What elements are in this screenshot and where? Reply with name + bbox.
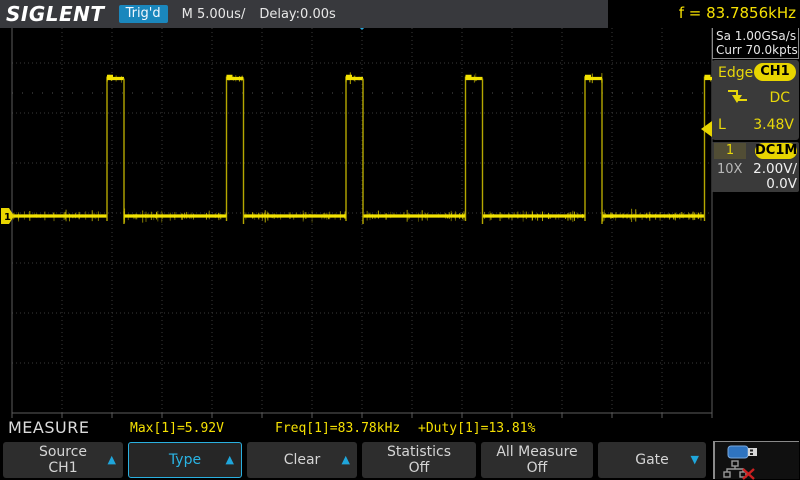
trigger-info-box[interactable]: Edge CH1 DC L 3.48V [712, 60, 799, 140]
trigger-source-badge: CH1 [754, 63, 796, 81]
usb-icon [728, 446, 757, 458]
gate-button-label: Gate [635, 452, 669, 468]
type-button-label: Type [169, 452, 201, 468]
waveform-display: 1 [0, 0, 800, 480]
oscilloscope-screen: 1 SIGLENT Trig'd M 5.00us/ Delay:0.00s f… [0, 0, 800, 480]
up-arrow-icon: ▲ [108, 452, 116, 468]
acquisition-info-box: Sa 1.00GSa/s Curr 70.0kpts [712, 28, 799, 59]
soft-menu-bar: Source CH1 ▲ Type ▲ Clear ▲ Statistics O… [0, 440, 800, 480]
trigger-status-badge: Trig'd [119, 5, 168, 23]
statistics-button-label: Statistics [387, 444, 451, 460]
memory-depth: Curr 70.0kpts [716, 43, 798, 57]
measure-title: MEASURE [8, 418, 89, 437]
channel-coupling-badge: DC1M [755, 143, 797, 159]
siglent-logo: SIGLENT [6, 2, 105, 26]
source-button[interactable]: Source CH1 ▲ [3, 442, 123, 478]
clear-button[interactable]: Clear ▲ [247, 442, 357, 478]
clear-button-label: Clear [284, 452, 321, 468]
source-button-label: Source [39, 444, 87, 460]
measure-duty-readout: +Duty[1]=13.81% [418, 421, 535, 436]
trigger-level-marker [701, 121, 712, 137]
vertical-offset-readout: 0.0V [766, 176, 797, 192]
probe-attenuation-label: 10X [717, 162, 742, 177]
measure-max-readout: Max[1]=5.92V [130, 421, 224, 436]
channel1-info-box[interactable]: 1 DC1M 10X 2.00V/ 0.0V [712, 142, 799, 192]
io-icons [715, 442, 800, 480]
header-bar: SIGLENT Trig'd M 5.00us/ Delay:0.00s [0, 0, 608, 28]
channel-number-tab: 1 [714, 143, 746, 159]
trigger-coupling-label: DC [769, 90, 790, 106]
type-button[interactable]: Type ▲ [128, 442, 242, 478]
measure-freq-readout: Freq[1]=83.78kHz [275, 421, 400, 436]
vertical-scale-readout: 2.00V/ [753, 161, 797, 177]
down-arrow-icon: ▼ [691, 452, 699, 468]
all-measure-button-value: Off [527, 460, 548, 476]
trigger-level-prefix: L [718, 117, 726, 133]
falling-edge-icon [726, 87, 750, 107]
svg-text:1: 1 [4, 212, 11, 223]
up-arrow-icon: ▲ [226, 452, 234, 468]
lan-disconnected-icon [724, 461, 754, 479]
all-measure-button[interactable]: All Measure Off [481, 442, 593, 478]
timebase-readout: M 5.00us/ [182, 7, 246, 22]
gate-button[interactable]: Gate ▼ [598, 442, 706, 478]
io-status-panel [713, 441, 799, 479]
delay-readout: Delay:0.00s [259, 7, 335, 22]
sample-rate: Sa 1.00GSa/s [716, 29, 798, 43]
frequency-counter: f = 83.7856kHz [608, 0, 800, 28]
statistics-button-value: Off [409, 460, 430, 476]
up-arrow-icon: ▲ [342, 452, 350, 468]
trigger-mode-label: Edge [718, 65, 753, 81]
source-button-value: CH1 [48, 460, 77, 476]
all-measure-button-label: All Measure [496, 444, 577, 460]
statistics-button[interactable]: Statistics Off [362, 442, 476, 478]
trigger-level-value: 3.48V [753, 117, 794, 133]
